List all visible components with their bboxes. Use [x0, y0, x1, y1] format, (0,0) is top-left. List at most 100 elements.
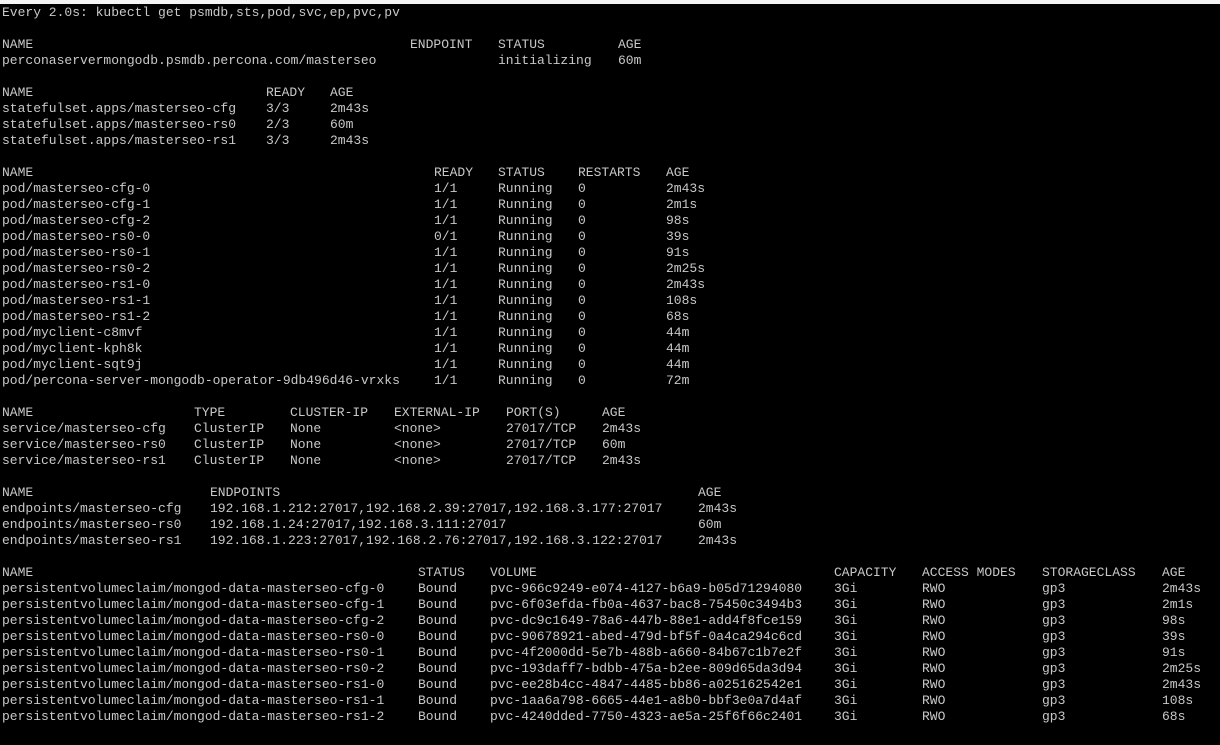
pvc-table-cell: gp3: [1042, 581, 1066, 596]
pvc-table-cell: gp3: [1042, 693, 1066, 708]
svc-table-cell: ClusterIP: [194, 437, 265, 452]
pvc-table-cell: 3Gi: [834, 613, 858, 628]
pods-table-cell: 1/1: [434, 197, 458, 212]
pods-table-cell: pod/masterseo-rs0-1: [2, 245, 151, 260]
pvc-table-cell: 3Gi: [834, 693, 858, 708]
psmdb-table-cell: 60m: [618, 53, 642, 68]
svc-table-cell: ClusterIP: [194, 453, 265, 468]
pods-table-cell: 0: [578, 341, 586, 356]
pods-table-cell: 2m1s: [666, 197, 698, 212]
pvc-table-cell: pvc-dc9c1649-78a6-447b-88e1-add4f8fce159: [490, 613, 803, 628]
svc-header-cell: TYPE: [194, 405, 226, 420]
pvc-table-cell: 39s: [1162, 629, 1186, 644]
pods-table-cell: 0: [578, 309, 586, 324]
pvc-table-cell: Bound: [418, 677, 458, 692]
pods-table-cell: 108s: [666, 293, 698, 308]
sts-header-cell: NAME: [2, 85, 34, 100]
ep-header-cell: NAME: [2, 485, 34, 500]
ep-header-cell: AGE: [698, 485, 722, 500]
svc-table-cell: 60m: [602, 437, 626, 452]
svc-header-cell: NAME: [2, 405, 34, 420]
sts-table-cell: 2m43s: [330, 101, 370, 116]
pods-table-cell: 0: [578, 245, 586, 260]
svc-table-cell: None: [290, 421, 322, 436]
pvc-table-cell: Bound: [418, 693, 458, 708]
pvc-table-cell: Bound: [418, 613, 458, 628]
pvc-header-cell: STORAGECLASS: [1042, 565, 1136, 580]
sts-header-cell: READY: [266, 85, 306, 100]
pods-table-cell: 0: [578, 261, 586, 276]
svc-table-cell: service/masterseo-rs0: [2, 437, 166, 452]
pvc-table-cell: persistentvolumeclaim/mongod-data-master…: [2, 661, 385, 676]
svc-header-cell: EXTERNAL-IP: [394, 405, 480, 420]
pods-table-cell: pod/myclient-kph8k: [2, 341, 143, 356]
pods-table-cell: 44m: [666, 341, 690, 356]
pvc-table-cell: 3Gi: [834, 661, 858, 676]
pods-table-cell: 0: [578, 229, 586, 244]
pods-header-cell: STATUS: [498, 165, 545, 180]
pvc-table-cell: persistentvolumeclaim/mongod-data-master…: [2, 613, 385, 628]
sts-table-cell: 2/3: [266, 117, 290, 132]
pods-table-cell: 39s: [666, 229, 690, 244]
pvc-table-cell: gp3: [1042, 677, 1066, 692]
pods-table-cell: 44m: [666, 357, 690, 372]
pods-table-cell: 1/1: [434, 309, 458, 324]
pods-table-cell: Running: [498, 261, 553, 276]
pods-table-cell: Running: [498, 197, 553, 212]
pods-table-cell: Running: [498, 309, 553, 324]
pods-table-cell: 68s: [666, 309, 690, 324]
pods-table-cell: 1/1: [434, 341, 458, 356]
pods-table-cell: 1/1: [434, 181, 458, 196]
ep-table-cell: endpoints/masterseo-cfg: [2, 501, 182, 516]
ep-table-cell: 2m43s: [698, 501, 738, 516]
pods-header-cell: AGE: [666, 165, 690, 180]
sts-table-cell: 3/3: [266, 133, 290, 148]
svc-header-cell: AGE: [602, 405, 626, 420]
pvc-table-cell: pvc-4240dded-7750-4323-ae5a-25f6f66c2401: [490, 709, 803, 724]
psmdb-header-cell: AGE: [618, 37, 642, 52]
pods-table-cell: 1/1: [434, 325, 458, 340]
pvc-table-cell: gp3: [1042, 597, 1066, 612]
pods-table-cell: Running: [498, 293, 553, 308]
svc-table-cell: <none>: [394, 437, 441, 452]
pods-table-cell: pod/masterseo-cfg-0: [2, 181, 151, 196]
pods-table-cell: 1/1: [434, 245, 458, 260]
pods-table-cell: 0: [578, 325, 586, 340]
pods-table-cell: Running: [498, 213, 553, 228]
pods-table-cell: pod/masterseo-rs0-0: [2, 229, 151, 244]
pvc-table-cell: 2m43s: [1162, 581, 1202, 596]
psmdb-header-cell: ENDPOINT: [410, 37, 473, 52]
svc-table-cell: 27017/TCP: [506, 421, 577, 436]
pvc-table-cell: RWO: [922, 613, 946, 628]
pvc-table-cell: 91s: [1162, 645, 1186, 660]
pods-table-cell: Running: [498, 245, 553, 260]
pods-table-cell: Running: [498, 341, 553, 356]
sts-header-cell: AGE: [330, 85, 354, 100]
sts-table-cell: 60m: [330, 117, 354, 132]
ep-table-cell: endpoints/masterseo-rs0: [2, 517, 182, 532]
pods-table-cell: 98s: [666, 213, 690, 228]
svc-header-cell: PORT(S): [506, 405, 561, 420]
svc-header-cell: CLUSTER-IP: [290, 405, 369, 420]
pvc-table-cell: 3Gi: [834, 709, 858, 724]
terminal-window[interactable]: Every 2.0s: kubectl get psmdb,sts,pod,sv…: [0, 0, 1220, 745]
ep-header-cell: ENDPOINTS: [210, 485, 281, 500]
pvc-table-cell: 3Gi: [834, 597, 858, 612]
pvc-table-cell: RWO: [922, 629, 946, 644]
pvc-table-cell: RWO: [922, 709, 946, 724]
pvc-table-cell: Bound: [418, 645, 458, 660]
ep-table-cell: 192.168.1.212:27017,192.168.2.39:27017,1…: [210, 501, 663, 516]
pods-table-cell: 1/1: [434, 277, 458, 292]
pvc-header-cell: STATUS: [418, 565, 465, 580]
pvc-header-cell: AGE: [1162, 565, 1186, 580]
pvc-table-cell: 108s: [1162, 693, 1194, 708]
pvc-header-cell: CAPACITY: [834, 565, 897, 580]
pods-table-cell: 0: [578, 197, 586, 212]
pods-table-cell: 1/1: [434, 261, 458, 276]
pods-header-cell: RESTARTS: [578, 165, 641, 180]
sts-table-cell: 2m43s: [330, 133, 370, 148]
pods-table-cell: 0: [578, 213, 586, 228]
pvc-table-cell: pvc-966c9249-e074-4127-b6a9-b05d71294080: [490, 581, 803, 596]
pods-table-cell: pod/masterseo-rs1-1: [2, 293, 151, 308]
pvc-table-cell: Bound: [418, 629, 458, 644]
